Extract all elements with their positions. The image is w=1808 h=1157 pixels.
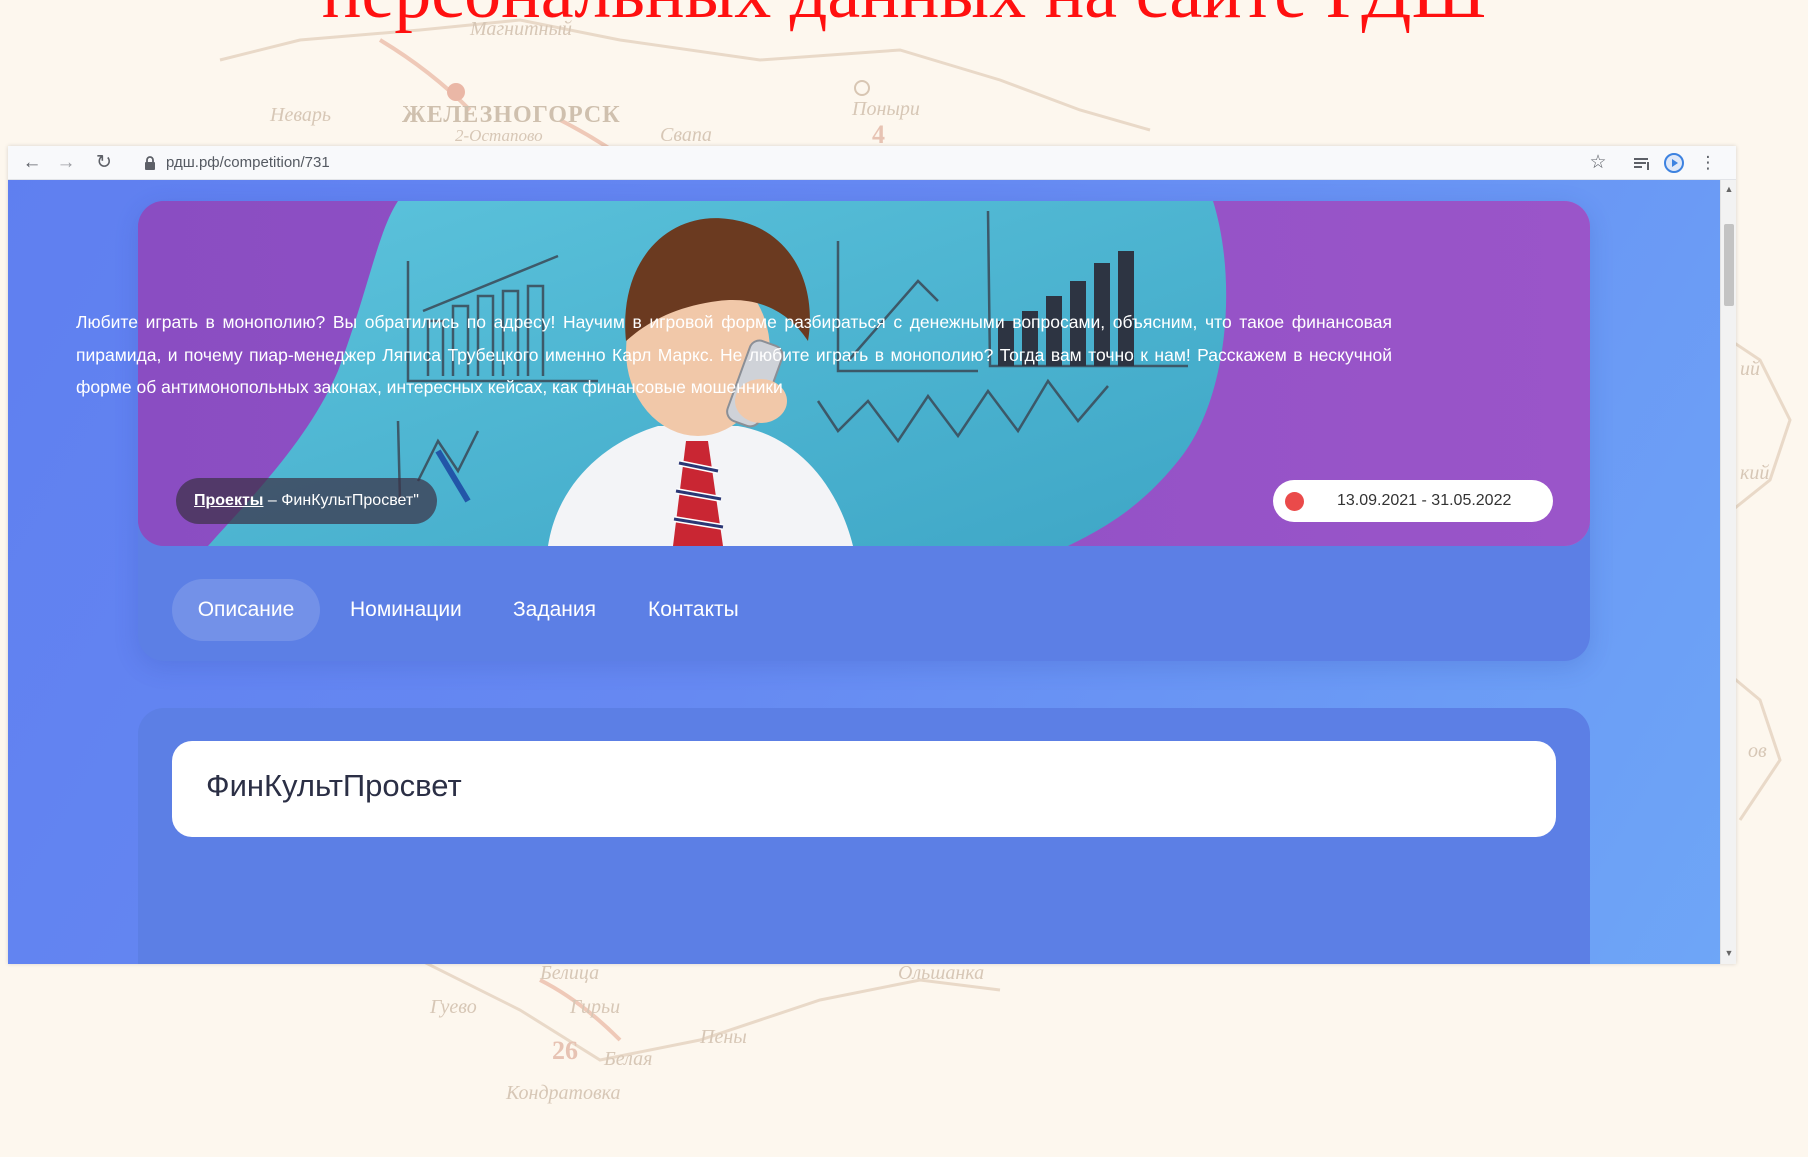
map-label: Кондратовка	[506, 1082, 621, 1104]
map-label: Гуево	[430, 996, 477, 1018]
map-label: Поныри	[852, 98, 920, 120]
map-label: Белая	[604, 1048, 653, 1070]
reload-icon[interactable]: ↻	[92, 151, 116, 175]
tab-nominations[interactable]: Номинации	[350, 579, 462, 641]
reading-list-icon[interactable]	[1630, 151, 1654, 175]
map-label: 2-Остапово	[455, 126, 543, 145]
breadcrumb: Проекты – ФинКультПросвет"	[176, 478, 437, 524]
project-title: ФинКультПросвет	[206, 768, 462, 803]
breadcrumb-link-projects[interactable]: Проекты	[194, 492, 263, 509]
project-description: Любите играть в монополию? Вы обратились…	[76, 312, 1392, 397]
breadcrumb-separator: –	[263, 492, 282, 509]
project-content-card: ФинКультПросвет	[138, 708, 1590, 964]
map-label: ов	[1748, 740, 1767, 762]
date-range-badge: 13.09.2021 - 31.05.2022	[1273, 480, 1553, 522]
slide-title: персональных данных на сайте РДШ	[0, 0, 1808, 38]
scroll-up-arrow-icon[interactable]: ▲	[1724, 184, 1734, 194]
map-label: Ольшанка	[898, 962, 985, 984]
menu-dots-icon[interactable]: ⋮	[1696, 151, 1720, 175]
extension-icon[interactable]	[1662, 151, 1686, 175]
page-scrollbar[interactable]: ▲ ▼	[1720, 180, 1736, 964]
map-label: Неварь	[270, 104, 331, 126]
browser-window: ← → ↻ рдш.рф/competition/731 ☆ ⋮ ▲ ▼ Про…	[8, 146, 1736, 964]
lock-icon	[145, 156, 155, 170]
address-bar-url[interactable]: рдш.рф/competition/731	[166, 154, 330, 172]
breadcrumb-current: ФинКультПросвет"	[281, 492, 419, 509]
project-header-card: Проекты – ФинКультПросвет" 13.09.2021 - …	[138, 201, 1590, 661]
star-icon[interactable]: ☆	[1586, 151, 1610, 175]
browser-toolbar: ← → ↻ рдш.рф/competition/731 ☆ ⋮	[8, 146, 1736, 180]
map-label: Свапа	[660, 124, 712, 146]
content-title-box: ФинКультПросвет	[172, 741, 1556, 837]
map-label: Гирьи	[570, 996, 621, 1018]
scroll-down-arrow-icon[interactable]: ▼	[1724, 948, 1734, 958]
date-range-text: 13.09.2021 - 31.05.2022	[1337, 492, 1512, 509]
map-label: Белица	[540, 962, 600, 984]
forward-arrow-icon[interactable]: →	[54, 151, 78, 175]
tab-description[interactable]: Описание	[172, 579, 320, 641]
tab-tasks[interactable]: Задания	[513, 579, 596, 641]
back-arrow-icon[interactable]: ←	[20, 151, 44, 175]
map-label: ЖЕЛЕЗНОГОРСК	[402, 102, 621, 128]
map-label: ий	[1740, 358, 1760, 380]
map-label: 26	[552, 1036, 578, 1065]
map-label: кий	[1740, 462, 1770, 484]
tab-contacts[interactable]: Контакты	[648, 579, 739, 641]
scrollbar-thumb[interactable]	[1724, 224, 1734, 306]
map-label: Пены	[700, 1026, 747, 1048]
status-dot-icon	[1285, 492, 1304, 511]
